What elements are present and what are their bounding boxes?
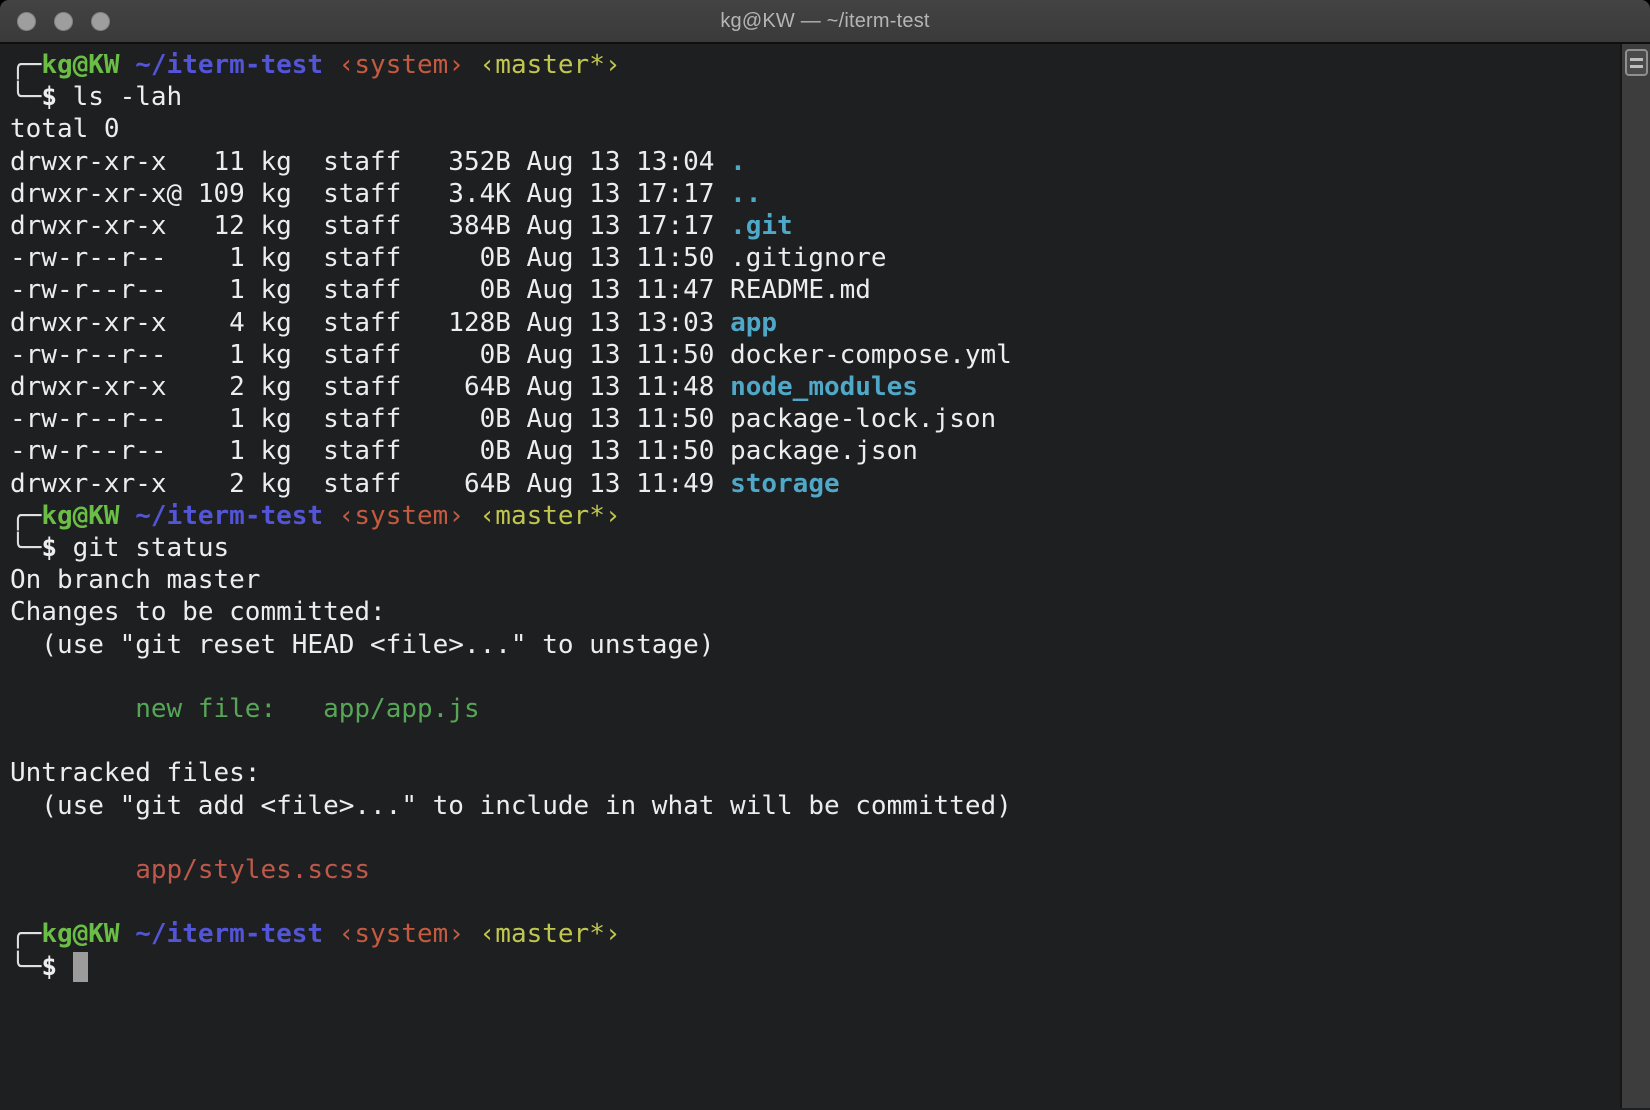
terminal-line bbox=[10, 661, 1620, 693]
terminal-line: drwxr-xr-x 4 kg staff 128B Aug 13 13:03 … bbox=[10, 307, 1620, 339]
terminal-line: -rw-r--r-- 1 kg staff 0B Aug 13 11:50 do… bbox=[10, 339, 1620, 371]
terminal-line: new file: app/app.js bbox=[10, 693, 1620, 725]
terminal-line: drwxr-xr-x 2 kg staff 64B Aug 13 11:48 n… bbox=[10, 371, 1620, 403]
window-body: ╭─kg@KW ~/iterm-test ‹system› ‹master*›╰… bbox=[0, 44, 1650, 1108]
traffic-lights bbox=[17, 12, 110, 31]
terminal-line: drwxr-xr-x 12 kg staff 384B Aug 13 17:17… bbox=[10, 210, 1620, 242]
terminal-line: ╰─$ git status bbox=[10, 532, 1620, 564]
terminal-line: Untracked files: bbox=[10, 757, 1620, 789]
titlebar[interactable]: kg@KW — ~/iterm-test bbox=[0, 0, 1650, 44]
terminal-line bbox=[10, 725, 1620, 757]
terminal-screen[interactable]: ╭─kg@KW ~/iterm-test ‹system› ‹master*›╰… bbox=[0, 44, 1620, 1108]
terminal-line: ╭─kg@KW ~/iterm-test ‹system› ‹master*› bbox=[10, 49, 1620, 81]
terminal-line: ╭─kg@KW ~/iterm-test ‹system› ‹master*› bbox=[10, 918, 1620, 950]
terminal-window: kg@KW — ~/iterm-test ╭─kg@KW ~/iterm-tes… bbox=[0, 0, 1650, 1110]
terminal-line: ╰─$ ls -lah bbox=[10, 81, 1620, 113]
scroll-indicator-icon bbox=[1625, 49, 1648, 76]
terminal-line bbox=[10, 822, 1620, 854]
terminal-line: -rw-r--r-- 1 kg staff 0B Aug 13 11:47 RE… bbox=[10, 274, 1620, 306]
terminal-cursor bbox=[73, 952, 89, 982]
terminal-line: ╭─kg@KW ~/iterm-test ‹system› ‹master*› bbox=[10, 500, 1620, 532]
terminal-line: (use "git add <file>..." to include in w… bbox=[10, 790, 1620, 822]
terminal-line: total 0 bbox=[10, 113, 1620, 145]
terminal-line: Changes to be committed: bbox=[10, 596, 1620, 628]
scrollbar-track[interactable] bbox=[1620, 44, 1650, 1108]
terminal-line: -rw-r--r-- 1 kg staff 0B Aug 13 11:50 .g… bbox=[10, 242, 1620, 274]
minimize-button[interactable] bbox=[54, 12, 73, 31]
terminal-line: drwxr-xr-x 11 kg staff 352B Aug 13 13:04… bbox=[10, 146, 1620, 178]
close-button[interactable] bbox=[17, 12, 36, 31]
terminal-line: (use "git reset HEAD <file>..." to unsta… bbox=[10, 629, 1620, 661]
terminal-line: ╰─$ bbox=[10, 951, 1620, 983]
terminal-line: -rw-r--r-- 1 kg staff 0B Aug 13 11:50 pa… bbox=[10, 435, 1620, 467]
terminal-line: app/styles.scss bbox=[10, 854, 1620, 886]
terminal-line bbox=[10, 886, 1620, 918]
terminal-line: drwxr-xr-x 2 kg staff 64B Aug 13 11:49 s… bbox=[10, 468, 1620, 500]
zoom-button[interactable] bbox=[91, 12, 110, 31]
terminal-line: drwxr-xr-x@ 109 kg staff 3.4K Aug 13 17:… bbox=[10, 178, 1620, 210]
window-title: kg@KW — ~/iterm-test bbox=[0, 0, 1650, 42]
terminal-line: On branch master bbox=[10, 564, 1620, 596]
terminal-line: -rw-r--r-- 1 kg staff 0B Aug 13 11:50 pa… bbox=[10, 403, 1620, 435]
